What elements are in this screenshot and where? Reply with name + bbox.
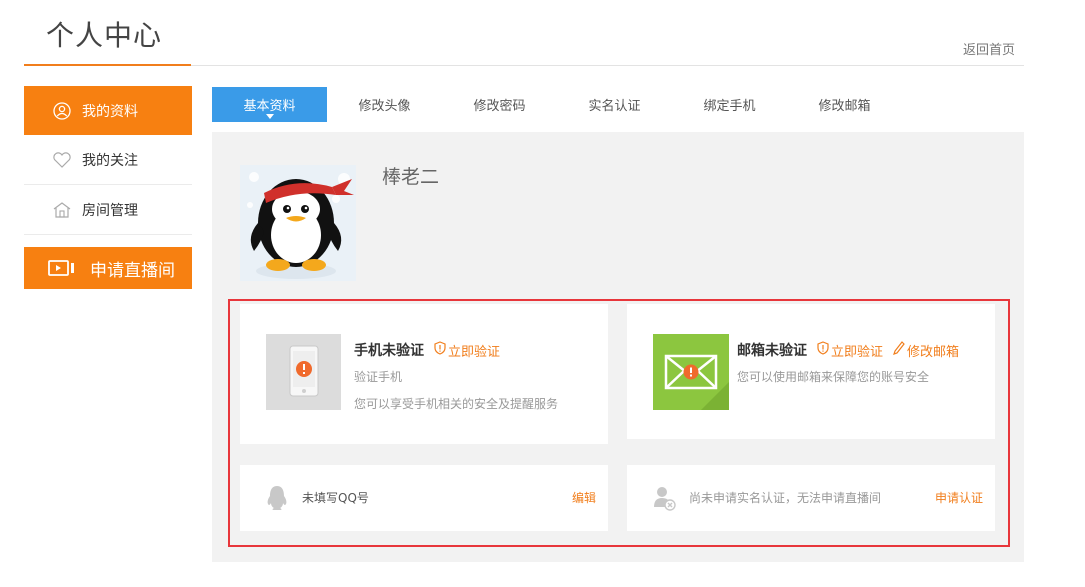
- header-divider: [191, 65, 1024, 66]
- tab-change-email[interactable]: 修改邮箱: [787, 87, 902, 122]
- home-icon: [52, 200, 72, 220]
- heart-icon: [52, 150, 72, 170]
- apply-live-room-button[interactable]: 申请直播间: [24, 247, 192, 289]
- title-underline: [24, 64, 191, 66]
- tab-bind-phone[interactable]: 绑定手机: [672, 87, 787, 122]
- sidebar-item-profile[interactable]: 我的资料: [24, 86, 192, 135]
- tab-real-name[interactable]: 实名认证: [557, 87, 672, 122]
- video-camera-icon: [48, 259, 76, 277]
- tab-change-avatar[interactable]: 修改头像: [327, 87, 442, 122]
- username: 棒老二: [382, 166, 440, 188]
- user-icon: [52, 101, 72, 121]
- highlight-box: [228, 299, 1010, 547]
- tab-change-password[interactable]: 修改密码: [442, 87, 557, 122]
- back-home-link[interactable]: 返回首页: [963, 39, 1015, 58]
- sidebar-item-label: 房间管理: [82, 202, 138, 219]
- sidebar: 我的资料 我的关注 房间管理 申请直播间: [24, 86, 192, 289]
- tab-basic-info[interactable]: 基本资料: [212, 87, 327, 122]
- apply-live-room-label: 申请直播间: [90, 260, 175, 281]
- profile-tabs: 基本资料 修改头像 修改密码 实名认证 绑定手机 修改邮箱: [212, 87, 902, 122]
- sidebar-item-label: 我的关注: [82, 152, 138, 169]
- sidebar-item-label: 我的资料: [82, 103, 138, 120]
- page-title: 个人中心: [46, 19, 163, 52]
- avatar[interactable]: [240, 165, 356, 281]
- sidebar-item-following[interactable]: 我的关注: [24, 135, 192, 185]
- sidebar-item-room[interactable]: 房间管理: [24, 185, 192, 235]
